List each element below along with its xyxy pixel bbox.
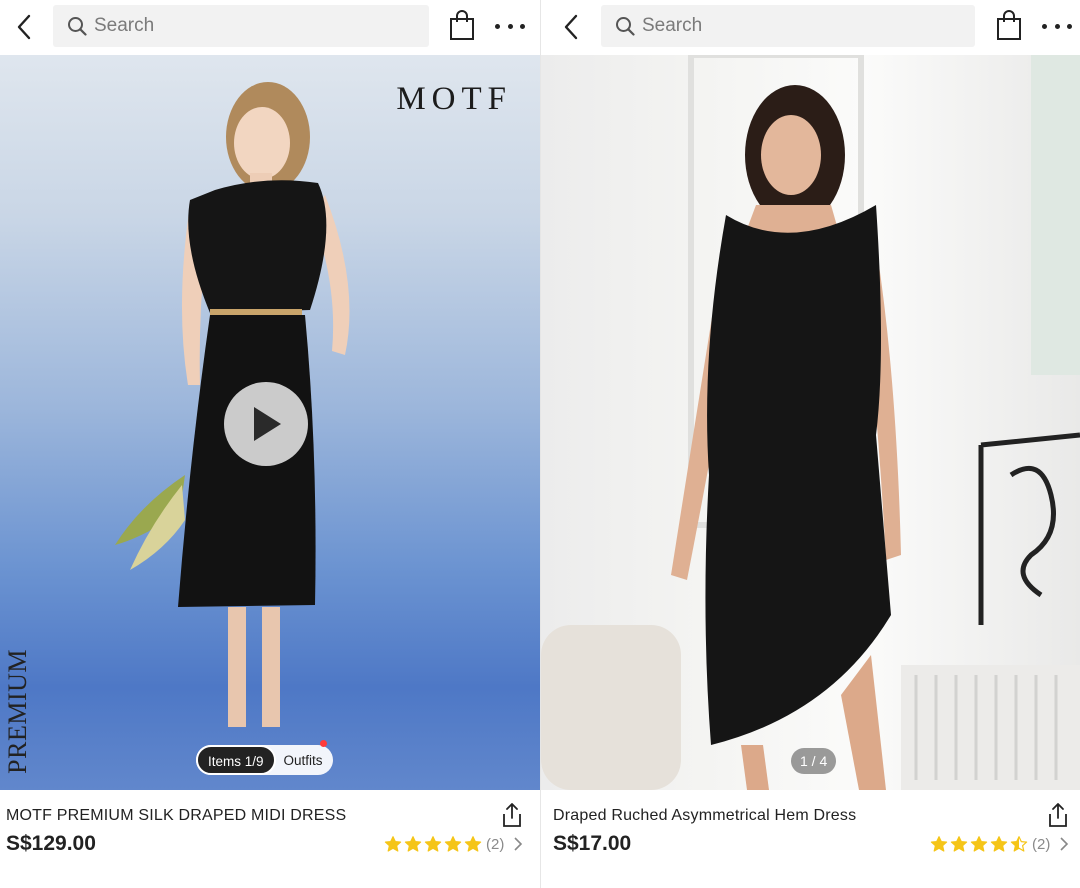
shopping-bag-icon — [450, 10, 474, 40]
dot-icon — [1054, 23, 1060, 29]
back-button[interactable] — [8, 9, 40, 45]
items-tab[interactable]: Items 1/9 — [196, 745, 276, 775]
product-image[interactable]: MOTF PREMIUM Items 1/9 Outfits — [0, 55, 540, 790]
review-count: (2) — [486, 835, 505, 853]
outfits-tab[interactable]: Outfits — [276, 739, 333, 768]
star-half-icon — [1010, 836, 1028, 852]
shopping-bag-button[interactable] — [448, 10, 476, 42]
outfits-label: Outfits — [283, 752, 323, 768]
dot-icon — [1042, 23, 1047, 29]
star-rating — [930, 835, 1030, 853]
dot-icon — [495, 23, 500, 29]
product-panel-right: Search 1 / 4 Draped Ruched Asymmetrical … — [541, 0, 1080, 888]
notification-dot — [319, 739, 327, 747]
top-bar: Search — [541, 0, 1080, 54]
more-options-button[interactable] — [495, 16, 525, 36]
star-full-icon — [424, 836, 442, 852]
play-icon — [254, 407, 281, 441]
product-info: Draped Ruched Asymmetrical Hem Dress S$1… — [541, 790, 1080, 888]
back-button[interactable] — [555, 9, 587, 45]
product-title[interactable]: Draped Ruched Asymmetrical Hem Dress — [553, 807, 856, 825]
search-input[interactable]: Search — [53, 5, 429, 47]
shopping-bag-icon — [997, 10, 1021, 40]
items-outfits-toggle: Items 1/9 Outfits — [196, 739, 333, 775]
share-icon — [1049, 803, 1067, 827]
rating-summary[interactable]: (2) — [930, 835, 1070, 853]
more-options-button[interactable] — [1042, 16, 1072, 36]
top-bar: Search — [0, 0, 540, 54]
search-icon — [616, 17, 635, 36]
star-rating — [384, 835, 484, 853]
chevron-left-icon — [564, 14, 578, 40]
chevron-left-icon — [17, 14, 31, 40]
chevron-right-icon — [514, 837, 523, 851]
rating-summary[interactable]: (2) — [384, 835, 524, 853]
chevron-right-icon — [1060, 837, 1069, 851]
star-full-icon — [464, 836, 482, 852]
star-full-icon — [930, 836, 948, 852]
search-placeholder: Search — [94, 15, 155, 36]
model-figure-image — [541, 55, 1080, 790]
search-icon — [68, 17, 87, 36]
product-price: S$129.00 — [6, 832, 96, 855]
brand-watermark: MOTF — [396, 81, 512, 117]
product-panel-left: Search MOTF PREMIUM Items 1/9 Outfits MO… — [0, 0, 540, 888]
search-placeholder: Search — [642, 15, 703, 36]
play-video-button[interactable] — [224, 382, 308, 466]
search-input[interactable]: Search — [601, 5, 975, 47]
product-info: MOTF PREMIUM SILK DRAPED MIDI DRESS S$12… — [0, 790, 540, 888]
star-full-icon — [970, 836, 988, 852]
product-price: S$17.00 — [553, 832, 632, 855]
review-count: (2) — [1032, 835, 1051, 853]
dot-icon — [520, 23, 525, 29]
premium-label: PREMIUM — [3, 649, 32, 774]
star-full-icon — [950, 836, 968, 852]
shopping-bag-button[interactable] — [995, 10, 1023, 42]
star-full-icon — [990, 836, 1008, 852]
share-button[interactable] — [1046, 802, 1070, 828]
share-button[interactable] — [500, 802, 524, 828]
star-full-icon — [384, 836, 402, 852]
share-icon — [503, 803, 521, 827]
star-full-icon — [444, 836, 462, 852]
product-title[interactable]: MOTF PREMIUM SILK DRAPED MIDI DRESS — [6, 807, 346, 825]
dot-icon — [1067, 23, 1072, 29]
product-image[interactable]: 1 / 4 — [541, 55, 1080, 790]
image-counter: 1 / 4 — [791, 748, 837, 774]
star-full-icon — [404, 836, 422, 852]
dot-icon — [507, 23, 513, 29]
